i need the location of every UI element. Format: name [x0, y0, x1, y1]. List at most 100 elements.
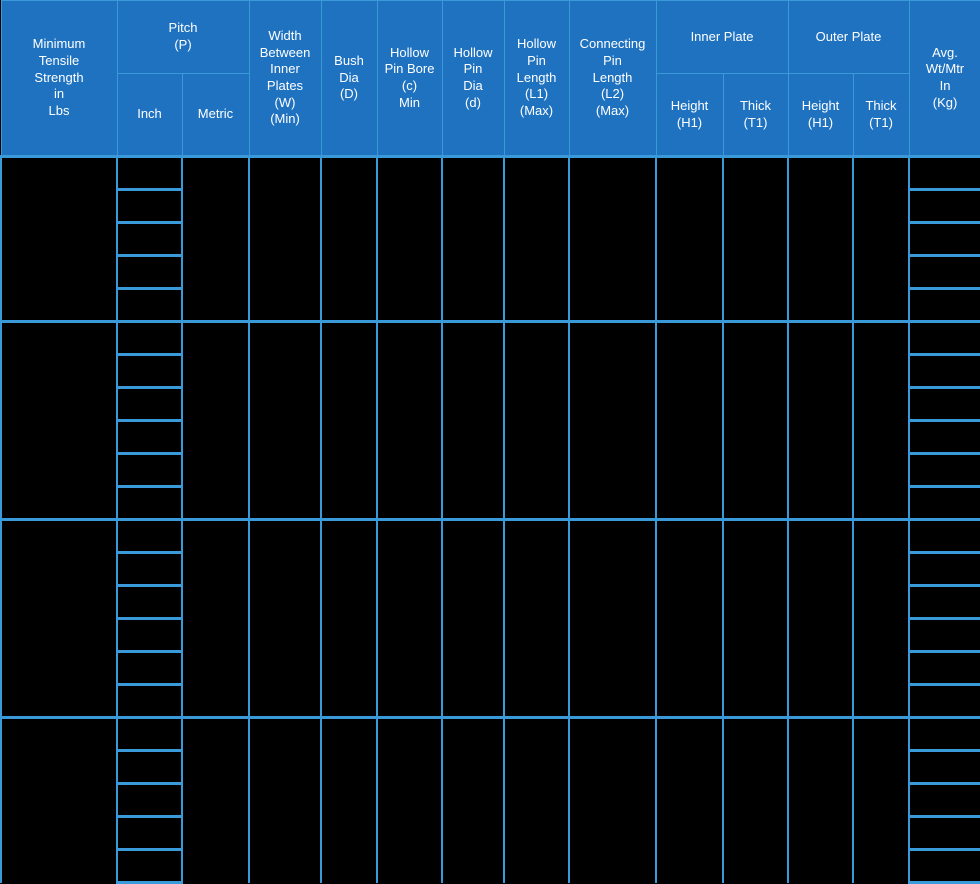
cell-inner_plate_height: [655, 155, 724, 322]
cell-outer_plate_thick: [851, 518, 911, 718]
cell-pitch_inch: [116, 782, 183, 818]
cell-value: [910, 793, 980, 807]
cell-value: [910, 166, 980, 180]
column-header-outer_plate_height: Height (H1): [787, 73, 854, 157]
cell-value: [250, 232, 320, 246]
cell-avg_wt_per_mtr: [908, 815, 980, 851]
cell-pitch_inch: [116, 749, 183, 785]
cell-pitch_inch: [116, 386, 183, 422]
table-header: Minimum Tensile Strength in Lbs Pitch (P)…: [0, 0, 980, 157]
cell-value: [118, 760, 181, 774]
cell-value: [505, 414, 568, 428]
cell-avg_wt_per_mtr: [908, 782, 980, 818]
table-row: [0, 716, 980, 883]
spec-table-container: Minimum Tensile Strength in Lbs Pitch (P)…: [0, 0, 980, 884]
cell-value: [789, 794, 852, 808]
cell-pitch_inch: [116, 848, 183, 884]
cell-value: [250, 612, 320, 626]
cell-avg_wt_per_mtr: [908, 749, 980, 785]
cell-pitch_inch: [116, 815, 183, 851]
cell-value: [910, 397, 980, 411]
cell-value: [910, 430, 980, 444]
cell-pitch_inch: [116, 551, 183, 587]
cell-value: [118, 463, 181, 477]
column-header-inner_plate_thick: Thick (T1): [722, 73, 789, 157]
table-body: [0, 155, 980, 884]
cell-value: [118, 628, 181, 642]
cell-value: [118, 793, 181, 807]
cell-avg_wt_per_mtr: [908, 848, 980, 884]
column-header-pitch: Pitch (P): [116, 0, 250, 74]
cell-value: [118, 298, 181, 312]
cell-avg_wt_per_mtr: [908, 452, 980, 488]
cell-value: [118, 859, 181, 873]
cell-min_tensile_strength: [0, 320, 118, 520]
cell-hollow_pin_bore: [376, 155, 443, 322]
cell-pitch_inch: [116, 419, 183, 455]
cell-inner_plate_thick: [722, 716, 789, 883]
cell-value: [322, 414, 376, 428]
cell-value: [322, 612, 376, 626]
cell-value: [443, 794, 503, 808]
cell-value: [570, 794, 655, 808]
cell-inner_plate_thick: [722, 518, 789, 718]
cell-value: [910, 727, 980, 741]
chain-specification-table: Minimum Tensile Strength in Lbs Pitch (P)…: [0, 0, 980, 884]
cell-pitch_inch: [116, 452, 183, 488]
cell-pitch_inch: [116, 320, 183, 356]
column-header-hollow_pin_dia: Hollow Pin Dia (d): [441, 0, 505, 157]
cell-value: [118, 430, 181, 444]
cell-connecting_pin_length: [568, 155, 657, 322]
cell-value: [250, 414, 320, 428]
cell-inner_plate_height: [655, 518, 724, 718]
cell-value: [910, 199, 980, 213]
cell-value: [724, 232, 787, 246]
cell-value: [657, 414, 722, 428]
cell-value: [2, 794, 116, 808]
cell-bush_dia: [320, 320, 378, 520]
cell-connecting_pin_length: [568, 518, 657, 718]
cell-avg_wt_per_mtr: [908, 551, 980, 587]
cell-value: [183, 232, 248, 246]
cell-avg_wt_per_mtr: [908, 353, 980, 389]
cell-outer_plate_thick: [851, 320, 911, 520]
cell-hollow_pin_bore: [376, 716, 443, 883]
cell-outer_plate_thick: [851, 155, 911, 322]
cell-pitch_inch: [116, 221, 183, 257]
cell-pitch_metric: [181, 518, 250, 718]
cell-pitch_inch: [116, 485, 183, 521]
cell-pitch_inch: [116, 188, 183, 224]
cell-pitch_inch: [116, 155, 183, 191]
cell-value: [910, 298, 980, 312]
cell-value: [118, 727, 181, 741]
cell-value: [378, 794, 441, 808]
cell-value: [378, 414, 441, 428]
cell-hollow_pin_bore: [376, 518, 443, 718]
cell-value: [118, 364, 181, 378]
cell-value: [910, 496, 980, 510]
column-header-avg_wt_per_mtr: Avg. Wt/Mtr In (Kg): [908, 0, 980, 157]
table-row: [0, 155, 980, 322]
cell-width_between_inner_plates: [248, 518, 322, 718]
cell-hollow_pin_length: [503, 716, 570, 883]
cell-pitch_inch: [116, 683, 183, 719]
cell-hollow_pin_dia: [441, 320, 505, 520]
column-header-inner_plate: Inner Plate: [655, 0, 789, 74]
cell-value: [854, 612, 908, 626]
cell-value: [250, 794, 320, 808]
cell-value: [910, 331, 980, 345]
cell-hollow_pin_length: [503, 155, 570, 322]
cell-value: [854, 794, 908, 808]
cell-value: [378, 612, 441, 626]
cell-inner_plate_height: [655, 320, 724, 520]
cell-connecting_pin_length: [568, 716, 657, 883]
cell-value: [789, 612, 852, 626]
column-header-min_tensile_strength: Minimum Tensile Strength in Lbs: [0, 0, 118, 157]
cell-hollow_pin_dia: [441, 518, 505, 718]
cell-pitch_inch: [116, 518, 183, 554]
cell-bush_dia: [320, 716, 378, 883]
cell-width_between_inner_plates: [248, 155, 322, 322]
cell-pitch_inch: [116, 650, 183, 686]
cell-value: [2, 232, 116, 246]
cell-value: [789, 414, 852, 428]
